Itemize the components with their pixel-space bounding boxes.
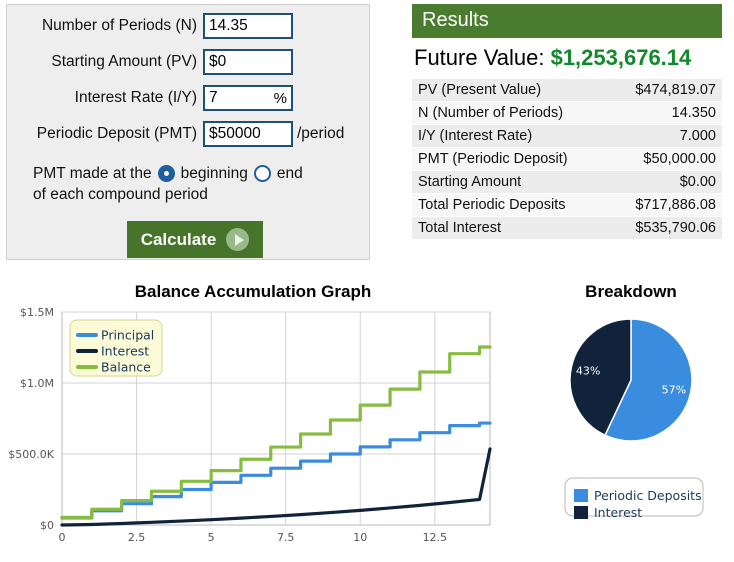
y-tick-label: $0 — [40, 519, 54, 532]
result-value: 7.000 — [598, 124, 722, 148]
results-table: PV (Present Value) $474,819.07 N (Number o… — [412, 79, 722, 240]
input-periodic-deposit[interactable]: $50000 — [203, 121, 293, 147]
y-tick-label: $1.5M — [20, 306, 54, 319]
result-label: Starting Amount — [412, 170, 598, 194]
percent-symbol: % — [273, 89, 287, 107]
pie-chart-title: Breakdown — [585, 282, 677, 301]
label-interest-rate: Interest Rate (I/Y) — [74, 89, 197, 106]
results-header: Results — [412, 4, 722, 38]
interest-rate-value: 7 — [209, 89, 218, 106]
label-periodic-deposit: Periodic Deposit (PMT) — [36, 125, 197, 142]
calculate-button[interactable]: Calculate — [127, 221, 263, 258]
results-panel: Results Future Value: $1,253,676.14 PV (… — [412, 4, 722, 240]
result-value: $50,000.00 — [598, 147, 722, 171]
input-interest-rate[interactable]: 7 % — [203, 85, 293, 111]
label-starting-amount: Starting Amount (PV) — [51, 53, 197, 70]
legend-label-interest: Interest — [594, 505, 642, 520]
legend-swatch-periodic-deposits — [574, 489, 588, 502]
radio-beginning-label[interactable]: beginning — [181, 163, 248, 184]
table-row: I/Y (Interest Rate) 7.000 — [412, 124, 722, 148]
pmt-timing-group: PMT made at the beginning end of each co… — [7, 163, 369, 205]
result-label: PMT (Periodic Deposit) — [412, 147, 598, 171]
calculate-button-label: Calculate — [140, 229, 217, 249]
table-row: Total Periodic Deposits $717,886.08 — [412, 193, 722, 217]
x-tick-label: 5 — [208, 531, 215, 544]
label-number-of-periods: Number of Periods (N) — [41, 17, 197, 34]
legend-label-principal: Principal — [101, 328, 154, 343]
pmt-timing-options: PMT made at the beginning end — [33, 163, 369, 184]
x-tick-label: 10 — [353, 531, 367, 544]
x-tick-label: 12.5 — [423, 531, 448, 544]
form-row-periodic-deposit: Periodic Deposit (PMT) $50000 /period — [7, 119, 369, 149]
y-tick-label: $500.0K — [8, 448, 54, 461]
result-value: $474,819.07 — [598, 79, 722, 102]
pie-value-label: 57% — [662, 384, 686, 397]
radio-beginning[interactable] — [157, 165, 175, 182]
legend-label-balance: Balance — [101, 360, 151, 375]
result-label: I/Y (Interest Rate) — [412, 124, 598, 148]
future-value-label: Future Value: — [414, 45, 545, 70]
result-value: $535,790.06 — [598, 216, 722, 240]
breakdown-pie-chart: 57% 43% Periodic Deposits Interest — [564, 318, 704, 520]
result-label: N (Number of Periods) — [412, 101, 598, 125]
result-label: PV (Present Value) — [412, 79, 598, 102]
radio-end-label[interactable]: end — [277, 163, 303, 184]
x-tick-label: 0 — [59, 531, 66, 544]
x-tick-label: 2.5 — [128, 531, 146, 544]
legend-swatch-interest — [574, 506, 588, 519]
future-value-amount: $1,253,676.14 — [550, 45, 692, 70]
y-tick-label: $1.0M — [20, 377, 54, 390]
table-row: Total Interest $535,790.06 — [412, 216, 722, 240]
periodic-deposit-suffix: /period — [297, 125, 345, 142]
table-row: N (Number of Periods) 14.350 — [412, 101, 722, 125]
x-tick-label: 7.5 — [277, 531, 295, 544]
form-row-periods: Number of Periods (N) 14.35 — [7, 11, 369, 41]
line-chart-title: Balance Accumulation Graph — [134, 282, 372, 301]
legend-label-interest: Interest — [101, 344, 149, 359]
input-number-of-periods[interactable]: 14.35 — [203, 13, 293, 39]
radio-end[interactable] — [253, 165, 271, 182]
form-row-interest-rate: Interest Rate (I/Y) 7 % — [7, 83, 369, 113]
future-value-line: Future Value: $1,253,676.14 — [412, 38, 722, 79]
pmt-timing-line2: of each compound period — [33, 186, 208, 203]
form-row-starting-amount: Starting Amount (PV) $0 — [7, 47, 369, 77]
table-row: PMT (Periodic Deposit) $50,000.00 — [412, 147, 722, 171]
result-value: $0.00 — [598, 170, 722, 194]
result-value: 14.350 — [598, 101, 722, 125]
result-label: Total Interest — [412, 216, 598, 240]
play-arrow-icon — [226, 228, 250, 251]
results-table-body: PV (Present Value) $474,819.07 N (Number o… — [412, 79, 722, 240]
legend-label-periodic-deposits: Periodic Deposits — [594, 488, 702, 503]
result-label: Total Periodic Deposits — [412, 193, 598, 217]
calculator-input-panel: Number of Periods (N) 14.35 Starting Amo… — [6, 4, 370, 260]
table-row: PV (Present Value) $474,819.07 — [412, 79, 722, 102]
result-value: $717,886.08 — [598, 193, 722, 217]
balance-accumulation-chart: $0 $500.0K $1.0M $1.5M 0 2.5 5 7.5 10 12.5 Princip… — [8, 306, 492, 544]
pie-value-label: 43% — [576, 364, 600, 377]
table-row: Starting Amount $0.00 — [412, 170, 722, 194]
pmt-timing-prefix: PMT made at the — [33, 165, 152, 182]
input-starting-amount[interactable]: $0 — [203, 49, 293, 75]
